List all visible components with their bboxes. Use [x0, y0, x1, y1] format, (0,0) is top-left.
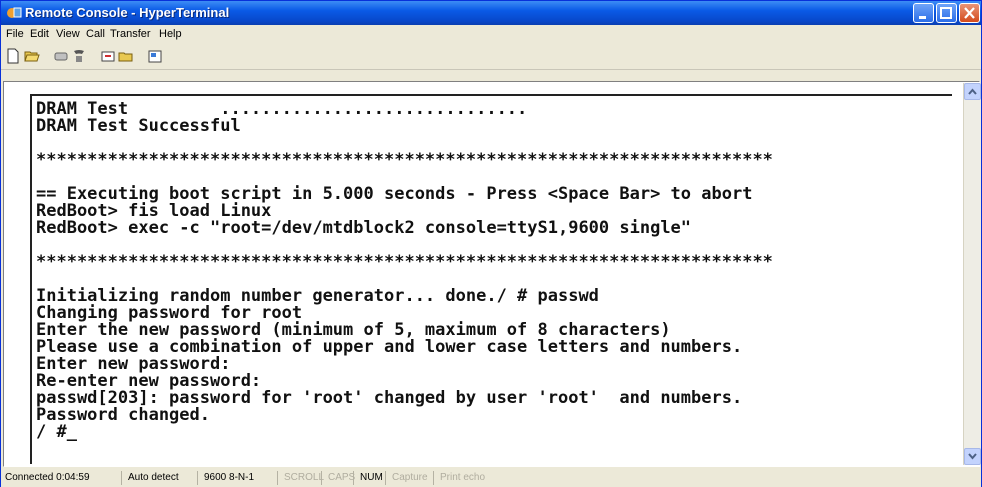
terminal-line: ****************************************…: [36, 252, 773, 272]
phone-icon[interactable]: [71, 48, 87, 64]
menu-edit[interactable]: Edit: [30, 28, 49, 40]
new-document-icon[interactable]: [5, 48, 21, 64]
scroll-down-button[interactable]: [964, 448, 981, 465]
properties-icon[interactable]: [147, 48, 163, 64]
title-bar[interactable]: Remote Console - HyperTerminal: [1, 1, 981, 25]
scroll-up-button[interactable]: [964, 83, 981, 100]
status-caps: CAPS: [321, 471, 355, 485]
close-button[interactable]: [959, 3, 980, 23]
terminal-area[interactable]: DRAM Test ..............................…: [3, 81, 981, 467]
minimize-icon: [919, 16, 926, 19]
maximize-button[interactable]: [936, 3, 957, 23]
status-print-echo: Print echo: [433, 471, 485, 485]
hyperterminal-app-icon: [7, 7, 22, 18]
disconnect-icon[interactable]: [53, 48, 69, 64]
maximize-icon: [940, 7, 952, 19]
minimize-button[interactable]: [913, 3, 934, 23]
menu-transfer[interactable]: Transfer: [110, 28, 151, 40]
status-settings: 9600 8-N-1: [197, 471, 254, 485]
status-capture: Capture: [385, 471, 428, 485]
close-icon: [964, 7, 975, 19]
status-detect: Auto detect: [121, 471, 179, 485]
terminal-line: ****************************************…: [36, 150, 773, 170]
menu-view[interactable]: View: [56, 28, 80, 40]
vertical-scrollbar[interactable]: [963, 83, 981, 465]
window-title: Remote Console - HyperTerminal: [25, 5, 230, 20]
terminal-output[interactable]: DRAM Test ..............................…: [30, 94, 952, 464]
menu-file[interactable]: File: [6, 28, 24, 40]
hyperterminal-window: Remote Console - HyperTerminal File Edit…: [0, 0, 982, 487]
status-scroll: SCROLL: [277, 471, 324, 485]
terminal-line: / #_: [36, 422, 77, 442]
menu-bar: File Edit View Call Transfer Help: [1, 25, 981, 44]
terminal-line: RedBoot> exec -c "root=/dev/mtdblock2 co…: [36, 218, 692, 238]
chevron-up-icon: [968, 88, 977, 95]
toolbar: [1, 44, 981, 70]
status-bar: Connected 0:04:59 Auto detect 9600 8-N-1…: [1, 468, 981, 487]
terminal-line: DRAM Test Successful: [36, 116, 241, 136]
open-folder-icon[interactable]: [24, 48, 40, 64]
receive-icon[interactable]: [118, 48, 134, 64]
menu-help[interactable]: Help: [159, 28, 182, 40]
send-icon[interactable]: [100, 48, 116, 64]
status-num: NUM: [353, 471, 383, 485]
menu-call[interactable]: Call: [86, 28, 105, 40]
chevron-down-icon: [968, 453, 977, 460]
status-connected: Connected 0:04:59: [5, 472, 90, 483]
